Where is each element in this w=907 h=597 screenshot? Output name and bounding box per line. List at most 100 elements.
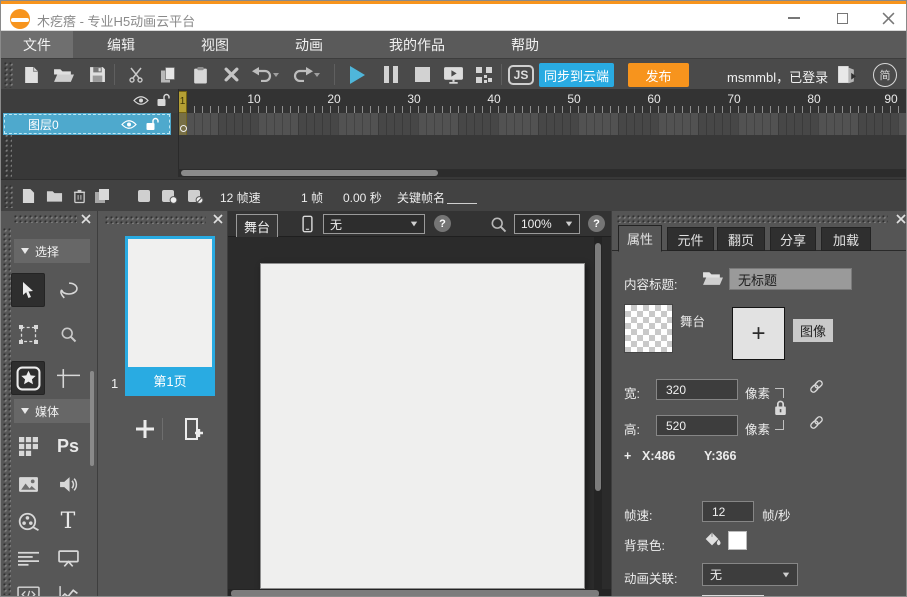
bg-color-swatch[interactable] <box>728 531 747 550</box>
copy-button[interactable] <box>154 62 182 87</box>
content-title-input[interactable] <box>729 268 852 290</box>
keyframe-clear-button[interactable] <box>184 186 206 206</box>
height-input[interactable] <box>656 415 738 436</box>
tool-transform[interactable] <box>11 317 45 351</box>
stage-vscrollbar-thumb[interactable] <box>595 243 601 491</box>
tab-pageflip[interactable]: 翻页 <box>717 227 765 251</box>
save-button[interactable] <box>83 62 111 87</box>
timeline-hscrollbar-thumb[interactable] <box>181 170 438 176</box>
eye-icon[interactable] <box>133 95 149 109</box>
stage-hscrollbar-thumb[interactable] <box>231 590 599 597</box>
delete-layer-button[interactable] <box>68 186 90 206</box>
tool-zoom[interactable] <box>51 317 85 351</box>
tool-lasso[interactable] <box>51 273 85 307</box>
close-button[interactable] <box>879 10 897 26</box>
stage-tab[interactable]: 舞台 <box>236 214 278 237</box>
section-select[interactable]: 选择 <box>14 239 90 263</box>
menu-animation[interactable]: 动画 <box>273 31 345 58</box>
device-preset-dropdown[interactable]: 无 <box>323 214 425 234</box>
pages-panel-grip[interactable] <box>104 215 206 224</box>
tools-panel-grip[interactable] <box>2 227 11 595</box>
sync-to-cloud-button[interactable]: 同步到云端 <box>539 63 614 87</box>
link-icon[interactable] <box>808 378 825 398</box>
duplicate-layer-button[interactable] <box>91 186 113 206</box>
publish-button[interactable]: 发布 <box>628 63 689 87</box>
keyframe-add-button[interactable] <box>158 186 180 206</box>
delete-button[interactable] <box>217 62 245 87</box>
duplicate-page-button[interactable] <box>178 414 208 444</box>
language-toggle-button[interactable]: 简 <box>873 63 897 87</box>
folder-icon[interactable] <box>702 270 723 289</box>
keyframe-button[interactable] <box>133 186 155 206</box>
stage-hscrollbar[interactable] <box>228 589 612 597</box>
minimize-button[interactable] <box>785 10 803 26</box>
page-thumbnail[interactable]: 第1页 <box>125 236 215 396</box>
open-button[interactable] <box>49 62 77 87</box>
tool-symbol[interactable] <box>11 361 45 395</box>
tab-symbols[interactable]: 元件 <box>667 227 714 251</box>
tab-loading[interactable]: 加载 <box>821 227 871 251</box>
help-icon[interactable]: ? <box>588 215 605 232</box>
tool-code[interactable] <box>11 577 45 597</box>
pages-panel-close-button[interactable] <box>212 213 224 225</box>
js-button[interactable]: JS <box>507 62 535 87</box>
menu-edit[interactable]: 编辑 <box>85 31 157 58</box>
anim-link-dropdown[interactable]: 无 <box>702 563 798 586</box>
tool-photoshop[interactable]: Ps <box>51 429 85 463</box>
play-button[interactable] <box>343 62 371 87</box>
stop-button[interactable] <box>408 62 436 87</box>
help-icon[interactable]: ? <box>434 215 451 232</box>
width-input[interactable] <box>656 379 738 400</box>
tools-panel-grip-top[interactable] <box>13 214 77 223</box>
lock-open-icon[interactable] <box>145 117 160 134</box>
tool-audio[interactable] <box>51 467 85 501</box>
page-label[interactable]: 第1页 <box>128 367 212 393</box>
tools-panel-close-button[interactable] <box>80 213 92 225</box>
zoom-level-dropdown[interactable]: 100% <box>514 214 580 234</box>
paint-bucket-icon[interactable] <box>702 530 722 551</box>
stage-vscrollbar[interactable] <box>594 237 602 589</box>
layer-row-selected[interactable]: 图层0 <box>3 113 171 135</box>
lock-icon[interactable] <box>773 399 788 419</box>
undo-dropdown-arrow[interactable] <box>273 73 279 77</box>
timeline-frames-strip[interactable] <box>178 113 907 135</box>
eye-icon[interactable] <box>121 119 137 133</box>
layer-folder-button[interactable] <box>43 186 65 206</box>
bottom-bar-grip[interactable] <box>3 184 13 208</box>
playhead-marker[interactable]: 1 <box>178 91 187 113</box>
stage-canvas[interactable] <box>260 263 585 589</box>
redo-dropdown-arrow[interactable] <box>314 73 320 77</box>
tool-select-cursor[interactable] <box>11 273 45 307</box>
tool-image[interactable] <box>11 467 45 501</box>
menu-view[interactable]: 视图 <box>179 31 251 58</box>
section-media[interactable]: 媒体 <box>14 399 90 423</box>
layer-row[interactable]: 图层0 <box>1 113 178 135</box>
maximize-button[interactable] <box>833 10 851 26</box>
preview-button[interactable] <box>439 62 467 87</box>
cut-button[interactable] <box>122 62 150 87</box>
new-layer-button[interactable] <box>17 186 39 206</box>
properties-panel-close-button[interactable] <box>895 213 907 225</box>
keyframe-name-input[interactable] <box>447 189 477 204</box>
add-stage-image-button[interactable]: + <box>732 307 785 360</box>
toolbar-grip[interactable] <box>3 61 13 88</box>
qr-code-button[interactable] <box>470 62 498 87</box>
paste-button[interactable] <box>186 62 214 87</box>
lock-open-icon[interactable] <box>156 93 171 110</box>
menu-help[interactable]: 帮助 <box>489 31 561 58</box>
tool-chart[interactable] <box>51 577 85 597</box>
tool-guides[interactable] <box>51 361 85 395</box>
tab-share[interactable]: 分享 <box>770 227 816 251</box>
keyframe-marker[interactable] <box>180 125 187 132</box>
new-file-button[interactable] <box>17 62 45 87</box>
add-page-button[interactable] <box>130 414 160 444</box>
undo-button[interactable] <box>248 62 276 87</box>
timeline-hscrollbar[interactable] <box>178 169 907 177</box>
properties-panel-grip[interactable] <box>616 214 888 223</box>
stage-bg-swatch[interactable] <box>624 304 673 353</box>
menu-my-works[interactable]: 我的作品 <box>367 31 467 58</box>
tool-presentation[interactable] <box>51 541 85 575</box>
link-icon[interactable] <box>808 414 825 434</box>
logout-button[interactable] <box>832 62 860 87</box>
menu-file[interactable]: 文件 <box>1 31 73 58</box>
